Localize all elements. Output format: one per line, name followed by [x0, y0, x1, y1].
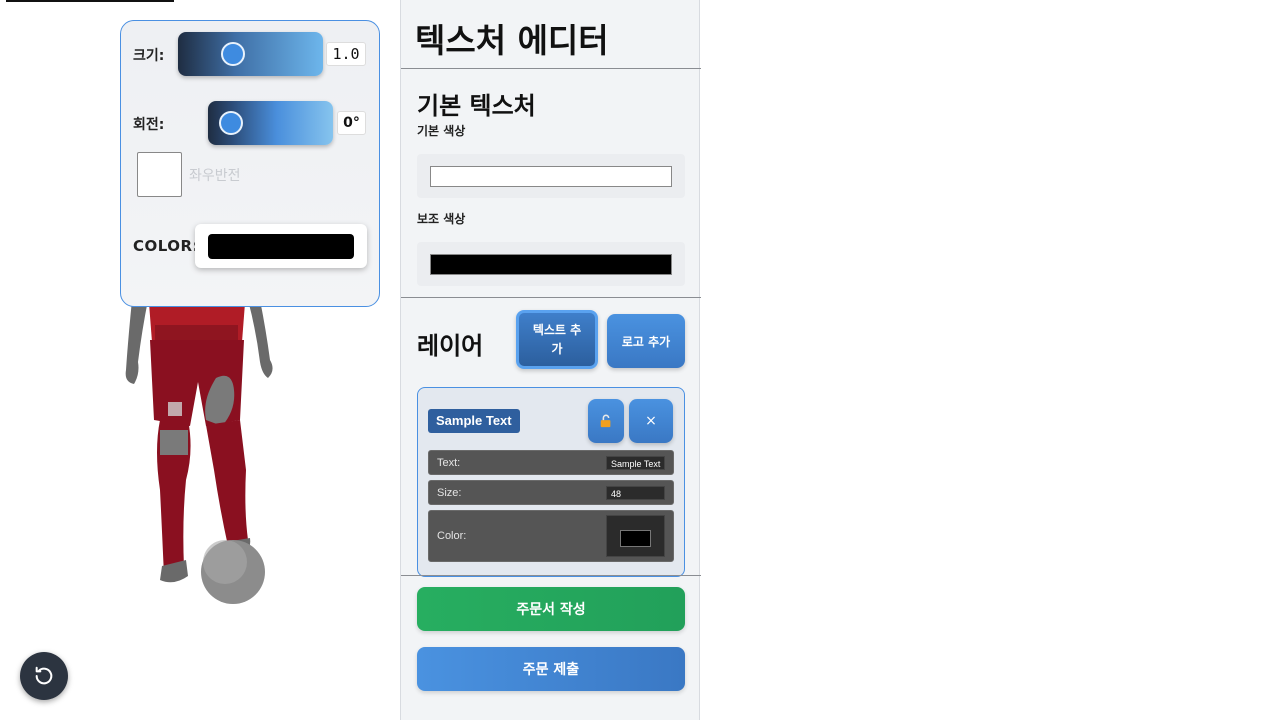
delete-layer-button[interactable]: ×: [629, 399, 673, 443]
3d-viewport[interactable]: 크기: 1.0 회전: 0° 좌우반전 COLOR:: [0, 0, 400, 720]
scale-slider[interactable]: [178, 32, 323, 76]
text-prop-input[interactable]: Sample Text: [606, 456, 665, 470]
base-texture-title: 기본 텍스처: [417, 92, 536, 120]
size-prop-input[interactable]: 48: [606, 486, 665, 500]
color-prop-label: Color:: [437, 530, 467, 542]
size-prop-row: Size: 48: [428, 480, 674, 505]
color-swatch: [208, 234, 354, 259]
secondary-color-field: [417, 242, 685, 286]
submit-order-button[interactable]: 주문 제출: [417, 647, 685, 691]
text-prop-row: Text: Sample Text: [428, 450, 674, 475]
create-order-button[interactable]: 주문서 작성: [417, 587, 685, 631]
player-model[interactable]: [110, 270, 290, 620]
primary-color-input[interactable]: [430, 166, 672, 187]
top-strip: [6, 0, 174, 2]
color-prop-row: Color:: [428, 510, 674, 562]
color-prop-picker[interactable]: [606, 515, 665, 557]
rotation-slider[interactable]: [208, 101, 333, 145]
primary-color-field: [417, 154, 685, 198]
rotation-value[interactable]: 0°: [337, 111, 366, 135]
divider: [401, 575, 701, 576]
primary-color-label: 기본 색상: [417, 124, 466, 138]
mirror-checkbox[interactable]: [137, 152, 182, 197]
add-logo-button[interactable]: 로고 추가: [607, 314, 685, 368]
scale-label: 크기:: [133, 48, 165, 64]
scale-slider-knob[interactable]: [221, 42, 245, 66]
rotate-ccw-icon: [35, 666, 53, 685]
layer-item[interactable]: Sample Text × Text: Sample Text Size: 48…: [417, 387, 685, 577]
scale-value[interactable]: 1.0: [326, 42, 366, 66]
color-label: COLOR:: [133, 237, 200, 255]
secondary-color-input[interactable]: [430, 254, 672, 275]
divider: [401, 68, 701, 69]
layer-name[interactable]: Sample Text: [428, 409, 520, 433]
texture-editor-panel: 텍스처 에디터 기본 텍스처 기본 색상 보조 색상 레이어 텍스트 추가 로고…: [400, 0, 701, 720]
transform-panel: 크기: 1.0 회전: 0° 좌우반전 COLOR:: [120, 20, 380, 307]
divider: [401, 297, 701, 298]
add-text-button[interactable]: 텍스트 추가: [516, 310, 598, 369]
rotation-slider-knob[interactable]: [219, 111, 243, 135]
color-prop-swatch: [620, 530, 651, 547]
editor-title: 텍스처 에디터: [415, 21, 609, 60]
mirror-label: 좌우반전: [189, 168, 241, 184]
unlock-icon: [600, 414, 611, 428]
reset-view-button[interactable]: [20, 652, 68, 700]
rotation-label: 회전:: [133, 117, 165, 133]
layers-title: 레이어: [417, 332, 484, 360]
secondary-color-label: 보조 색상: [417, 212, 466, 226]
size-prop-label: Size:: [437, 487, 462, 499]
color-picker[interactable]: [195, 224, 367, 268]
text-prop-label: Text:: [437, 457, 461, 469]
lock-toggle-button[interactable]: [588, 399, 624, 443]
